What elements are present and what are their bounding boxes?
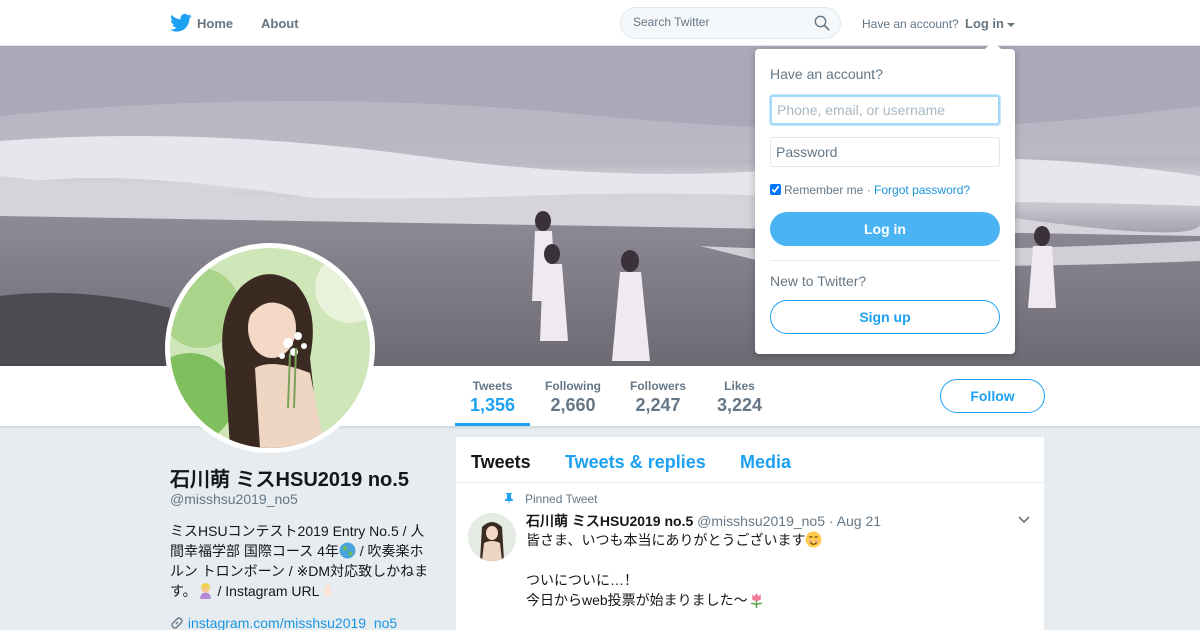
person-raising-hand-emoji-icon (199, 583, 211, 599)
search-box (620, 7, 841, 39)
tweet-line-2: ついについに…！ (526, 572, 638, 588)
tweet-author-handle[interactable]: @misshsu2019_no5 (697, 513, 825, 529)
profile-website-text: instagram.com/misshsu2019_no5 (187, 615, 398, 630)
login-link-label: Log in (965, 16, 1004, 31)
profile-name: 石川萌 ミスHSU2019 no.5 (170, 469, 409, 491)
stat-following-label: Following (545, 379, 601, 393)
timeline-tabs: Tweets Tweets & replies Media (456, 437, 1044, 483)
login-dropdown-title: Have an account? (770, 66, 883, 82)
separator-dot: · (866, 183, 871, 197)
globe-emoji-icon (339, 542, 356, 559)
stat-followers[interactable]: Followers 2,247 (630, 379, 686, 416)
login-dropdown-toggle[interactable]: Log in (965, 16, 1015, 31)
signup-button[interactable]: Sign up (770, 300, 1000, 334)
remember-me-label[interactable]: Remember me (784, 183, 863, 197)
stat-likes-label: Likes (724, 379, 755, 393)
tweet-text: 皆さま、いつも本当にありがとうございます ついについに…！ 今日からweb投票が… (526, 530, 1006, 610)
tab-media[interactable]: Media (740, 452, 791, 473)
new-to-twitter-text: New to Twitter? (770, 273, 867, 289)
remember-me-checkbox[interactable] (770, 184, 781, 195)
follow-button[interactable]: Follow (940, 379, 1045, 413)
forgot-password-link[interactable]: Forgot password? (874, 183, 970, 197)
stat-following[interactable]: Following 2,660 (545, 379, 601, 416)
search-input[interactable] (633, 15, 803, 29)
tweet-header: 石川萌 ミスHSU2019 no.5 @misshsu2019_no5 · Au… (526, 511, 881, 531)
stat-tweets[interactable]: Tweets 1,356 (470, 379, 515, 416)
tab-tweets-and-replies[interactable]: Tweets & replies (565, 452, 706, 473)
tweet-line-3: 今日からweb投票が始まりました〜 (526, 592, 748, 608)
login-dropdown: Have an account? Remember me · Forgot pa… (755, 41, 1015, 354)
stat-following-value: 2,660 (550, 395, 596, 415)
tulip-emoji-icon (750, 593, 762, 608)
nav-home-link[interactable]: Home (197, 16, 233, 31)
profile-handle[interactable]: @misshsu2019_no5 (170, 491, 298, 507)
tweet-line-1: 皆さま、いつも本当にありがとうございます (526, 532, 806, 548)
search-icon[interactable] (814, 15, 830, 31)
profile-bio: ミスHSUコンテスト2019 Entry No.5 / 人間幸福学部 国際コース… (170, 521, 432, 601)
stat-tweets-label: Tweets (472, 379, 513, 393)
remember-me-row: Remember me · Forgot password? (770, 183, 970, 197)
bio-text-3: / Instagram URL (213, 583, 320, 599)
link-icon (171, 617, 183, 629)
tweet-date[interactable]: · Aug 21 (829, 513, 881, 529)
timeline: Tweets Tweets & replies Media Pinned Twe… (456, 437, 1044, 630)
avatar-photo (170, 248, 370, 448)
pin-icon (505, 493, 513, 505)
caret-down-icon (1007, 22, 1015, 27)
top-navigation-bar: Home About Have an account? Log in (0, 0, 1200, 46)
password-input[interactable] (770, 137, 1000, 167)
have-account-text: Have an account? (862, 17, 959, 31)
stat-followers-label: Followers (630, 379, 687, 393)
tweet-author-avatar[interactable] (468, 513, 516, 561)
stat-likes-value: 3,224 (717, 395, 763, 415)
login-button[interactable]: Log in (770, 212, 1000, 246)
profile-avatar[interactable] (165, 243, 375, 453)
dropdown-divider (770, 260, 1000, 261)
stat-likes[interactable]: Likes 3,224 (717, 379, 762, 416)
stat-followers-value: 2,247 (635, 395, 681, 415)
smiling-face-emoji-icon (805, 531, 822, 548)
tab-tweets[interactable]: Tweets (471, 452, 531, 473)
pinned-tweet-label: Pinned Tweet (525, 492, 598, 506)
username-input[interactable] (770, 95, 1000, 125)
profile-website-link[interactable]: instagram.com/misshsu2019_no5 (170, 615, 397, 630)
active-stat-indicator (455, 423, 530, 426)
chevron-down-icon[interactable] (1018, 516, 1030, 524)
stat-tweets-value: 1,356 (470, 395, 516, 415)
twitter-bird-icon[interactable] (170, 13, 192, 33)
tweet-author-name[interactable]: 石川萌 ミスHSU2019 no.5 (526, 513, 693, 529)
pointing-down-emoji-icon (322, 584, 334, 598)
nav-about-link[interactable]: About (261, 16, 299, 31)
